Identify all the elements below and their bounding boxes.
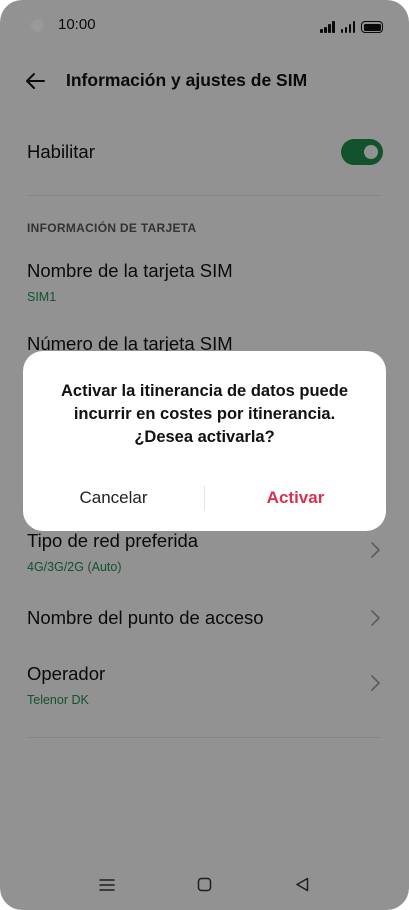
cancel-button[interactable]: Cancelar — [23, 481, 204, 515]
phone-screen: 10:00 Información y ajustes de SIM Habil… — [0, 0, 409, 910]
roaming-dialog: Activar la itinerancia de datos puede in… — [23, 351, 386, 531]
activate-button[interactable]: Activar — [205, 481, 386, 515]
dialog-message: Activar la itinerancia de datos puede in… — [60, 382, 348, 446]
dialog-buttons: Cancelar Activar — [23, 481, 386, 515]
